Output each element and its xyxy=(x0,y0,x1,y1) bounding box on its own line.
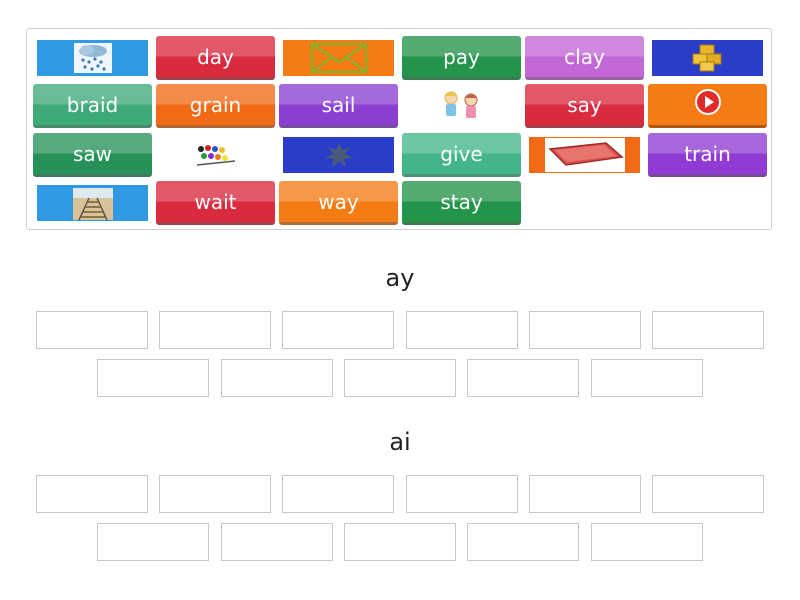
tile-wait[interactable]: wait xyxy=(156,181,275,225)
tile-saw[interactable]: saw xyxy=(33,133,152,177)
railway-track-image xyxy=(72,188,113,220)
tile-label: way xyxy=(318,189,359,214)
railway-track-image-tile[interactable] xyxy=(33,181,152,225)
tile-day[interactable]: day xyxy=(156,36,275,80)
drop-slot-ay[interactable] xyxy=(221,359,333,397)
drop-slot-ay[interactable] xyxy=(282,311,394,349)
tile-label: wait xyxy=(194,189,237,214)
tray-image-tile[interactable] xyxy=(525,133,644,177)
group-heading-ai: ai xyxy=(389,428,411,456)
drop-slot-ai[interactable] xyxy=(467,523,579,561)
tile-braid[interactable]: braid xyxy=(33,84,152,128)
drop-slot-ay[interactable] xyxy=(652,311,764,349)
drop-slot-ai[interactable] xyxy=(282,475,394,513)
paint-palette-image-tile[interactable] xyxy=(156,133,275,177)
drop-slot-ai[interactable] xyxy=(406,475,518,513)
tile-label: sail xyxy=(321,92,356,117)
tile-give[interactable]: give xyxy=(402,133,521,177)
envelope-mail-image xyxy=(302,43,376,73)
drop-slot-ai[interactable] xyxy=(97,523,209,561)
tile-label: braid xyxy=(66,92,119,117)
tile-way[interactable]: way xyxy=(279,181,398,225)
drop-slot-ay[interactable] xyxy=(591,359,703,397)
paint-splat-image xyxy=(302,140,376,170)
drop-slot-ay[interactable] xyxy=(159,311,271,349)
tile-say[interactable]: say xyxy=(525,84,644,128)
drop-slot-ay[interactable] xyxy=(406,311,518,349)
drop-slot-ai[interactable] xyxy=(591,523,703,561)
group-heading-ay: ay xyxy=(385,264,415,292)
tile-sail[interactable]: sail xyxy=(279,84,398,128)
tile-label: pay xyxy=(443,44,480,69)
envelope-image-tile[interactable] xyxy=(279,36,398,80)
paint-palette-image xyxy=(179,140,253,170)
tile-label: clay xyxy=(564,44,605,69)
children-playing-image xyxy=(425,91,499,121)
drop-slot-ai[interactable] xyxy=(652,475,764,513)
drop-slot-ai[interactable] xyxy=(36,475,148,513)
tile-clay[interactable]: clay xyxy=(525,36,644,80)
tile-label: saw xyxy=(72,141,113,166)
tile-label: give xyxy=(440,141,483,166)
play-button-icon[interactable] xyxy=(693,87,723,122)
paint-splat-image-tile[interactable] xyxy=(279,133,398,177)
tile-label: day xyxy=(197,44,234,69)
tile-grain[interactable]: grain xyxy=(156,84,275,128)
drop-slot-ay[interactable] xyxy=(97,359,209,397)
tile-label: grain xyxy=(189,92,242,117)
drop-slot-ay[interactable] xyxy=(467,359,579,397)
tile-pay[interactable]: pay xyxy=(402,36,521,80)
rain-cloud-image-tile[interactable] xyxy=(33,36,152,80)
drop-slot-ai[interactable] xyxy=(221,523,333,561)
rain-cloud-image xyxy=(73,43,112,73)
tile-label: train xyxy=(684,141,731,166)
tile-train[interactable]: train xyxy=(648,133,767,177)
drop-slot-ay[interactable] xyxy=(344,359,456,397)
drop-slot-ay[interactable] xyxy=(36,311,148,349)
hay-bales-image-tile[interactable] xyxy=(648,36,767,80)
hay-bales-image xyxy=(671,43,745,73)
audio-tile[interactable] xyxy=(648,84,767,128)
drop-slot-ay[interactable] xyxy=(529,311,641,349)
tile-bank: day pay clay braid grain sail say saw gi… xyxy=(26,28,772,230)
drop-slot-ai[interactable] xyxy=(159,475,271,513)
tray-image xyxy=(544,138,625,172)
tile-label: stay xyxy=(440,189,483,214)
children-playing-image-tile[interactable] xyxy=(402,84,521,128)
tile-stay[interactable]: stay xyxy=(402,181,521,225)
drop-slot-ai[interactable] xyxy=(529,475,641,513)
drop-slot-ai[interactable] xyxy=(344,523,456,561)
tile-label: say xyxy=(567,92,602,117)
